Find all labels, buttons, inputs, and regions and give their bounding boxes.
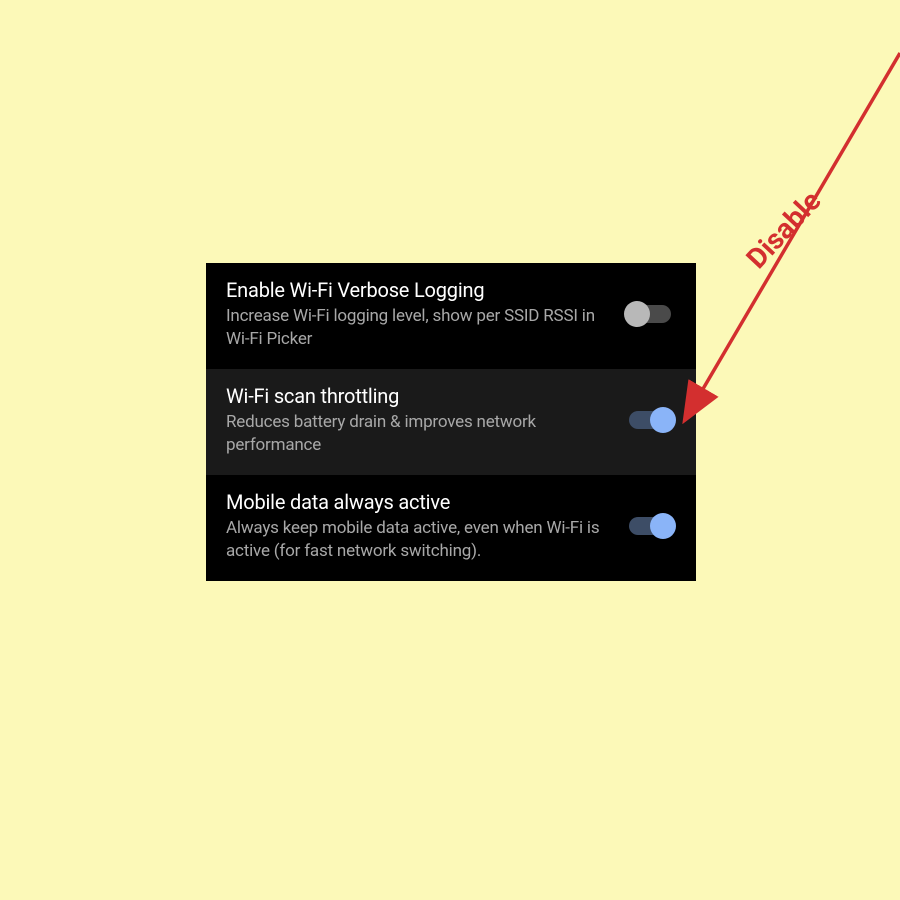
setting-description: Reduces battery drain & improves network… (226, 411, 604, 457)
setting-row-mobile-data[interactable]: Mobile data always active Always keep mo… (206, 475, 696, 581)
annotation-label: Disable (740, 184, 828, 275)
setting-description: Increase Wi-Fi logging level, show per S… (226, 305, 604, 351)
toggle-thumb (650, 407, 676, 433)
setting-row-verbose-logging[interactable]: Enable Wi-Fi Verbose Logging Increase Wi… (206, 263, 696, 369)
setting-text: Enable Wi-Fi Verbose Logging Increase Wi… (226, 277, 624, 351)
setting-title: Wi-Fi scan throttling (226, 383, 604, 409)
toggle-verbose-logging[interactable] (624, 300, 676, 328)
toggle-thumb (650, 513, 676, 539)
setting-text: Wi-Fi scan throttling Reduces battery dr… (226, 383, 624, 457)
toggle-scan-throttling[interactable] (624, 406, 676, 434)
setting-description: Always keep mobile data active, even whe… (226, 517, 604, 563)
setting-row-scan-throttling[interactable]: Wi-Fi scan throttling Reduces battery dr… (206, 369, 696, 475)
setting-title: Mobile data always active (226, 489, 604, 515)
setting-title: Enable Wi-Fi Verbose Logging (226, 277, 604, 303)
settings-panel: Enable Wi-Fi Verbose Logging Increase Wi… (206, 263, 696, 581)
toggle-thumb (624, 301, 650, 327)
toggle-mobile-data[interactable] (624, 512, 676, 540)
setting-text: Mobile data always active Always keep mo… (226, 489, 624, 563)
